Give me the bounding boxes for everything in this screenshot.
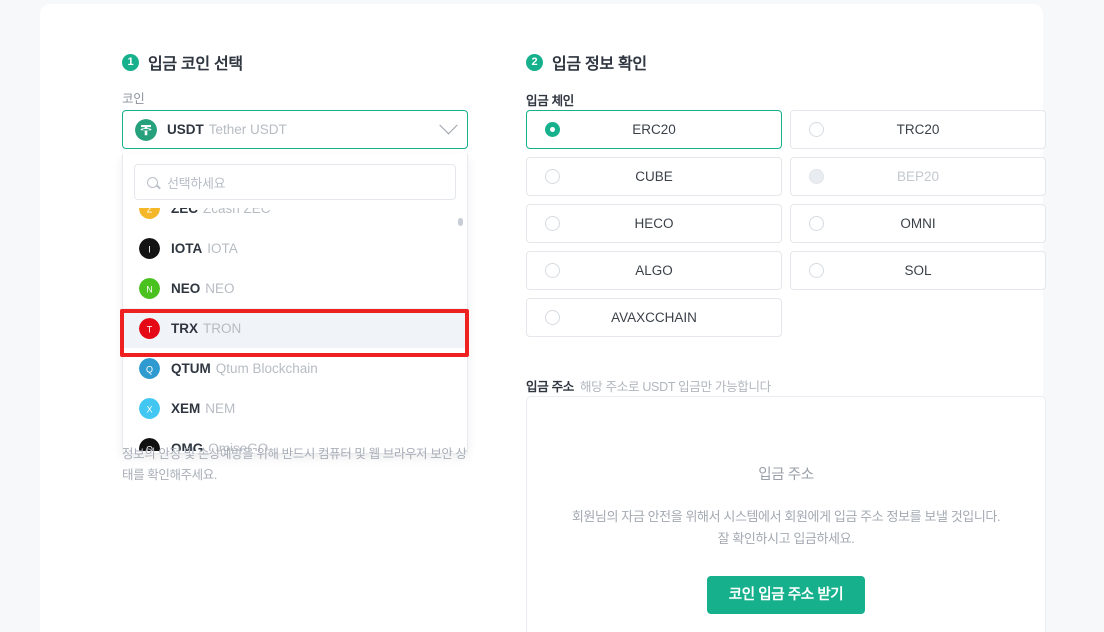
chain-option-label: ALGO xyxy=(635,263,673,278)
dropdown-scrollbar-thumb[interactable] xyxy=(458,218,463,226)
address-label-text: 입금 주소 xyxy=(526,380,574,394)
coin-option-symbol: IOTA xyxy=(171,240,203,256)
chain-option-bep20: BEP20 xyxy=(790,157,1046,196)
chain-option-heco[interactable]: HECO xyxy=(526,204,782,243)
deposit-address-description: 회원님의 자금 안전을 위해서 시스템에서 회원에게 입금 주소 정보를 보낼 … xyxy=(571,509,1001,546)
svg-text:X: X xyxy=(146,404,152,414)
coin-select-trigger[interactable]: USDT Tether USDT xyxy=(122,110,468,149)
coin-search-wrapper: 선택하세요 xyxy=(123,154,467,208)
coin-option-symbol: TRX xyxy=(171,320,198,336)
xem-coin-icon: X xyxy=(139,397,160,419)
step-2-badge: 2 xyxy=(526,53,543,71)
chain-option-erc20[interactable]: ERC20 xyxy=(526,110,782,149)
coin-option-name: IOTA xyxy=(207,240,238,256)
radio-icon[interactable] xyxy=(545,122,560,137)
radio-icon[interactable] xyxy=(809,122,824,137)
step-1-title: 입금 코인 선택 xyxy=(148,56,243,73)
selected-coin-name: Tether USDT xyxy=(208,122,287,137)
coin-option-name: Qtum Blockchain xyxy=(215,360,318,376)
radio-icon[interactable] xyxy=(545,263,560,278)
deposit-card: 1 입금 코인 선택 코인 USDT Tether USDT 선택하세요 Z Z… xyxy=(40,4,1046,632)
radio-icon xyxy=(809,169,824,184)
chain-option-algo[interactable]: ALGO xyxy=(526,251,782,290)
chain-option-avaxcchain[interactable]: AVAXCCHAIN xyxy=(526,298,782,337)
selected-coin-symbol: USDT xyxy=(167,122,204,137)
address-field-label: 입금 주소 해당 주소로 USDT 입금만 가능합니다 xyxy=(526,376,771,395)
trx-coin-icon: T xyxy=(139,317,160,339)
iota-coin-icon: I xyxy=(139,237,160,259)
coin-option-neo[interactable]: N NEO NEO xyxy=(123,268,467,308)
svg-text:Q: Q xyxy=(146,364,153,374)
chain-option-sol[interactable]: SOL xyxy=(790,251,1046,290)
coin-option-trx[interactable]: T TRX TRON xyxy=(123,308,467,348)
coin-option-symbol: XEM xyxy=(171,400,201,416)
chain-option-cube[interactable]: CUBE xyxy=(526,157,782,196)
chain-option-label: HECO xyxy=(634,216,674,231)
coin-option-name: NEO xyxy=(205,280,235,296)
step-1-header: 1 입금 코인 선택 xyxy=(122,50,243,74)
coin-option-list: Z ZEC Zcash ZEC I IOTA IOTA N NEO NEO T TRX TRON Q QT… xyxy=(123,208,467,451)
neo-coin-icon: N xyxy=(139,277,160,299)
svg-text:N: N xyxy=(146,284,153,294)
radio-icon[interactable] xyxy=(545,169,560,184)
radio-icon[interactable] xyxy=(545,310,560,325)
coin-option-name: Zcash ZEC xyxy=(203,208,271,216)
qtum-coin-icon: Q xyxy=(139,357,160,379)
coin-option-symbol: QTUM xyxy=(171,360,211,376)
radio-icon[interactable] xyxy=(545,216,560,231)
coin-option-xem[interactable]: X XEM NEM xyxy=(123,388,467,428)
address-hint-text: 해당 주소로 USDT 입금만 가능합니다 xyxy=(579,380,771,394)
radio-icon[interactable] xyxy=(809,216,824,231)
chain-option-label: ERC20 xyxy=(632,122,676,137)
coin-option-symbol: ZEC xyxy=(171,208,198,216)
deposit-page: 1 입금 코인 선택 코인 USDT Tether USDT 선택하세요 Z Z… xyxy=(0,0,1104,632)
chain-option-trc20[interactable]: TRC20 xyxy=(790,110,1046,149)
chevron-down-icon xyxy=(439,116,458,135)
get-deposit-address-button[interactable]: 코인 입금 주소 받기 xyxy=(706,576,866,614)
coin-field-label: 코인 xyxy=(122,92,145,106)
svg-text:T: T xyxy=(147,324,153,334)
search-icon xyxy=(147,176,158,188)
step-2-header: 2 입금 정보 확인 xyxy=(526,50,647,74)
chain-option-label: SOL xyxy=(904,263,932,278)
coin-option-symbol: NEO xyxy=(171,280,201,296)
chain-option-label: BEP20 xyxy=(896,169,940,184)
chain-field-label: 입금 체인 xyxy=(526,94,574,108)
coin-option-qtum[interactable]: Q QTUM Qtum Blockchain xyxy=(123,348,467,388)
usdt-coin-icon xyxy=(135,118,157,141)
chain-option-label: CUBE xyxy=(635,169,673,184)
step-1-badge: 1 xyxy=(122,53,139,71)
coin-search-input[interactable]: 선택하세요 xyxy=(134,164,456,200)
step-2-title: 입금 정보 확인 xyxy=(552,56,647,73)
coin-option-iota[interactable]: I IOTA IOTA xyxy=(123,228,467,268)
svg-text:Z: Z xyxy=(147,208,153,214)
chain-option-grid: ERC20 TRC20 CUBE BEP20 HECO OMNI ALGO SOL AVAXCC… xyxy=(526,110,1046,337)
zec-coin-icon: Z xyxy=(139,208,160,219)
coin-option-name: TRON xyxy=(203,320,242,336)
chain-option-label: OMNI xyxy=(900,216,936,231)
coin-dropdown-panel: 선택하세요 Z ZEC Zcash ZEC I IOTA IOTA N NEO NEO T TRX T… xyxy=(122,154,468,454)
chain-option-label: TRC20 xyxy=(896,122,940,137)
coin-option-name: NEM xyxy=(205,400,236,416)
deposit-address-title: 입금 주소 xyxy=(758,467,814,483)
coin-option-zec[interactable]: Z ZEC Zcash ZEC xyxy=(123,208,467,228)
chain-option-omni[interactable]: OMNI xyxy=(790,204,1046,243)
radio-icon[interactable] xyxy=(809,263,824,278)
security-notice-text: 정보의 안정 및 손상예방을 위해 반드시 컴퓨터 및 웹 브라우저 보안 상태… xyxy=(122,447,467,482)
coin-search-placeholder: 선택하세요 xyxy=(167,175,226,191)
deposit-address-box: 입금 주소 회원님의 자금 안전을 위해서 시스템에서 회원에게 입금 주소 정… xyxy=(526,396,1046,632)
svg-text:I: I xyxy=(148,244,151,254)
chain-option-label: AVAXCCHAIN xyxy=(611,310,697,325)
